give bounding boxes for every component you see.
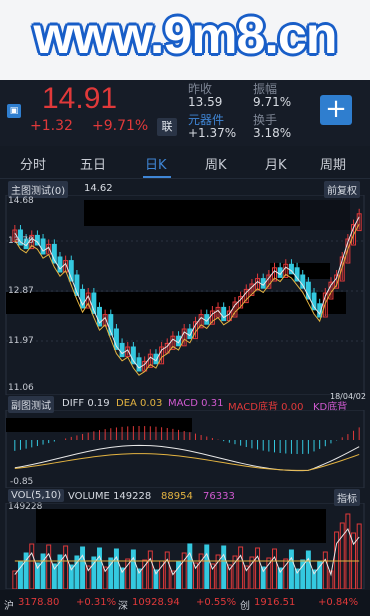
volume-bar <box>97 547 102 589</box>
candle <box>57 256 63 273</box>
sh-percent: +0.31% <box>76 597 117 608</box>
macd-value: 0.31 <box>201 398 224 409</box>
tab-five-day[interactable]: 五日 <box>80 154 106 173</box>
volume-label: VOLUME <box>68 491 110 502</box>
turnover-value: 3.18% <box>253 126 292 140</box>
volume-bar <box>130 549 136 589</box>
vol-ma10-value: 76333 <box>203 491 235 502</box>
tab-weekly-k[interactable]: 周K <box>205 154 227 173</box>
quote-header: ▣ 14.91 +1.32 +9.71% 联 昨收 13.59 振幅 9.71%… <box>0 80 370 146</box>
sz-value: 10928.94 <box>132 597 180 608</box>
y-tick-2: 13.78 <box>8 236 34 246</box>
volume-bar <box>339 522 345 589</box>
macd-chart[interactable] <box>0 410 370 488</box>
volume-bar <box>46 544 52 589</box>
volume-bar <box>63 545 69 589</box>
volume-bar <box>238 546 244 589</box>
price-change-percent: +9.71% <box>92 118 149 134</box>
sz-label: 深 <box>118 601 128 612</box>
sector-change-value: +1.37% <box>188 126 237 140</box>
volume-bar <box>80 546 86 589</box>
y-tick-3: 12.87 <box>8 286 34 296</box>
dea-readout: DEA 0.03 <box>116 398 162 409</box>
y-tick-5: 11.06 <box>8 383 34 393</box>
period-tabs: 分时 五日 日K 周K 月K 周期 <box>0 146 370 179</box>
watermark-text: www.9m8.cn <box>33 7 337 65</box>
market-tag-icon: ▣ <box>7 104 21 118</box>
macd-readout: MACD 0.31 <box>168 398 223 409</box>
macd-y-low: -0.85 <box>10 477 34 487</box>
prev-close-value: 13.59 <box>188 95 223 109</box>
candle <box>40 238 46 255</box>
link-button[interactable]: 联 <box>157 118 177 136</box>
last-price: 14.91 <box>42 82 118 115</box>
volume-readout: VOLUME 149228 <box>68 491 151 502</box>
tab-period[interactable]: 周期 <box>320 154 346 173</box>
volume-bar <box>305 550 311 589</box>
volume-bar <box>187 543 193 589</box>
volume-bar <box>288 549 294 589</box>
price-change: +1.32 <box>30 118 73 134</box>
volume-bar <box>272 548 277 589</box>
volume-bar <box>356 523 362 589</box>
volume-bar <box>322 551 328 589</box>
add-watchlist-button[interactable]: + <box>320 95 352 125</box>
diff-readout: DIFF 0.19 <box>62 398 110 409</box>
index-ticker-bar[interactable]: 沪 3178.80 +0.31% 深 10928.94 +0.55% 创 191… <box>0 590 370 616</box>
dea-value: 0.03 <box>140 398 163 409</box>
macd-label: MACD <box>168 398 198 409</box>
y-tick-4: 11.97 <box>8 336 34 346</box>
volume-bar <box>29 543 35 589</box>
cy-percent: +0.84% <box>318 597 359 608</box>
volume-bar <box>255 547 261 589</box>
sh-value: 3178.80 <box>18 597 60 608</box>
volume-value: 149228 <box>113 491 152 502</box>
candle <box>136 357 142 372</box>
candle <box>221 306 227 322</box>
sz-percent: +0.55% <box>196 597 237 608</box>
diff-label: DIFF <box>62 398 85 409</box>
candlestick-chart[interactable] <box>0 195 370 395</box>
volume-bar <box>113 548 119 589</box>
cy-label: 创 <box>240 601 250 612</box>
main-indicator-value: 14.62 <box>84 183 113 194</box>
volume-bar <box>204 544 210 589</box>
dea-label: DEA <box>116 398 137 409</box>
tab-daily-k[interactable]: 日K <box>145 154 167 173</box>
active-tab-indicator <box>143 176 171 178</box>
volume-bar <box>147 550 153 589</box>
tab-intraday[interactable]: 分时 <box>20 154 46 173</box>
sub-date: 18/04/02 <box>330 392 366 401</box>
volume-bar <box>164 551 170 589</box>
volume-indicator-label[interactable]: VOL(5,10) <box>8 489 65 502</box>
vol-ma5-value: 88954 <box>161 491 193 502</box>
cy-value: 1916.51 <box>254 597 296 608</box>
watermark-banner: www.9m8.cn <box>0 0 370 80</box>
sh-label: 沪 <box>4 601 14 612</box>
amplitude-value: 9.71% <box>253 95 292 109</box>
volume-chart[interactable] <box>0 503 370 589</box>
volume-bar <box>221 545 227 589</box>
tab-monthly-k[interactable]: 月K <box>265 154 287 173</box>
volume-bar <box>12 570 18 589</box>
candle <box>119 342 125 358</box>
y-tick-1: 14.68 <box>8 196 34 206</box>
volume-bar <box>345 513 351 589</box>
diff-value: 0.19 <box>87 398 110 409</box>
